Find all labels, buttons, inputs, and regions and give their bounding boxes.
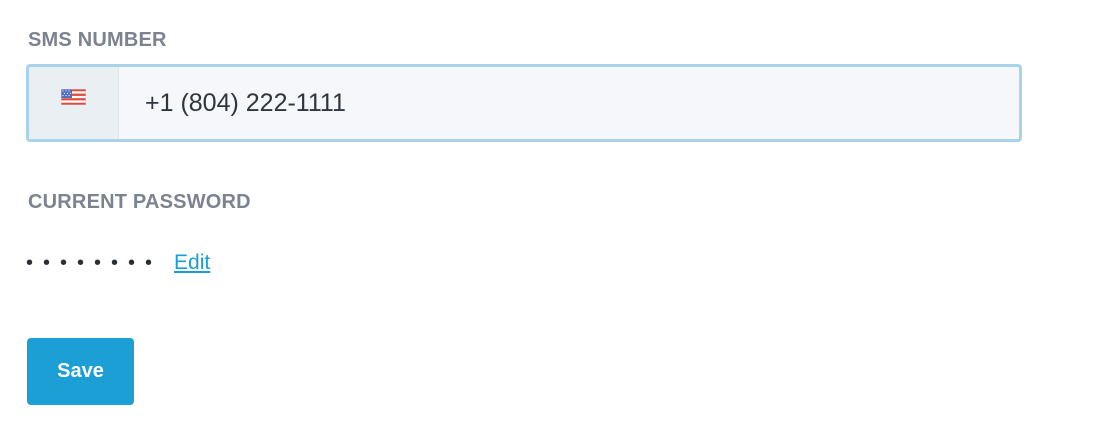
sms-number-input[interactable] — [119, 67, 1019, 139]
current-password-label: CURRENT PASSWORD — [28, 191, 251, 213]
save-button[interactable]: Save — [27, 338, 134, 405]
sms-number-field — [26, 64, 1022, 142]
sms-number-label: SMS NUMBER — [28, 29, 167, 51]
country-code-select[interactable] — [29, 67, 119, 139]
edit-password-link[interactable]: Edit — [174, 251, 210, 275]
us-flag-icon — [61, 89, 86, 105]
masked-password: •••••••• — [26, 251, 163, 274]
current-password-row: •••••••• Edit — [26, 246, 210, 280]
